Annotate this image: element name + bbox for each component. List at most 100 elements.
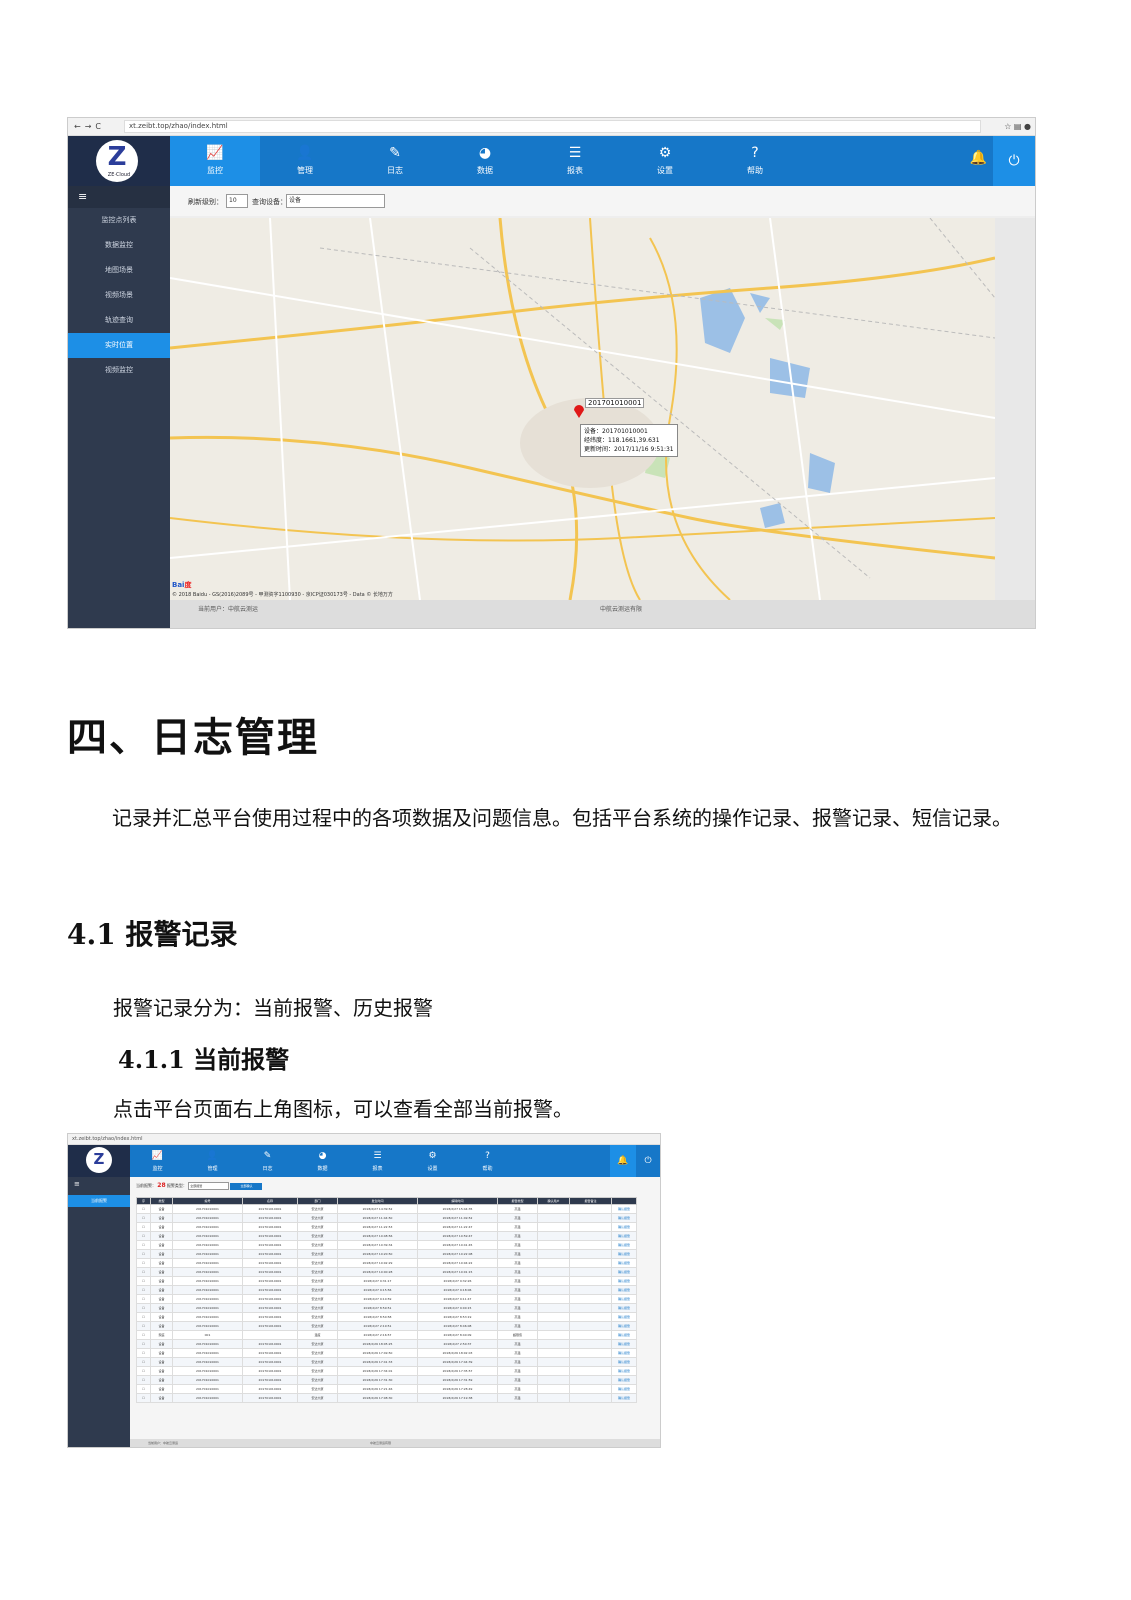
menu-toggle-icon[interactable]: ≡ (68, 186, 170, 208)
table-cell: 2018/2/27 8:53:19 (417, 1312, 498, 1322)
row-checkbox[interactable]: ☐ (136, 1285, 151, 1295)
sidebar-item-2[interactable]: 地图场景 (68, 258, 170, 283)
confirm-alarm-link[interactable]: 确认报警 (611, 1357, 637, 1367)
confirm-alarm-link[interactable]: 确认报警 (611, 1276, 637, 1286)
popup-device: 设备：201701010001 (584, 428, 648, 435)
confirm-alarm-link[interactable]: 确认报警 (611, 1231, 637, 1241)
confirm-alarm-link[interactable]: 确认报警 (611, 1321, 637, 1331)
subsubsection-heading: 4.1.1 当前报警 (118, 1045, 290, 1074)
table-cell: 设备 (150, 1366, 173, 1376)
sidebar-item-6[interactable]: 视频监控 (68, 358, 170, 383)
table-cell: 201701010001 (242, 1339, 298, 1349)
tab2-1[interactable]: 👤 管理 (185, 1145, 240, 1177)
tab-label: 日志 (262, 1166, 273, 1172)
browser-nav-icons[interactable]: ←→C (68, 122, 124, 131)
confirm-alarm-link[interactable]: 确认报警 (611, 1366, 637, 1376)
sidebar-item-4[interactable]: 轨迹查询 (68, 308, 170, 333)
row-checkbox[interactable]: ☐ (136, 1321, 151, 1331)
bell-icon-2[interactable]: 🔔 (610, 1145, 636, 1177)
row-checkbox[interactable]: ☐ (136, 1240, 151, 1250)
row-checkbox[interactable]: ☐ (136, 1393, 151, 1403)
confirm-alarm-link[interactable]: 确认报警 (611, 1330, 637, 1340)
tab-2[interactable]: ✎ 日志 (350, 136, 440, 186)
row-checkbox[interactable]: ☐ (136, 1222, 151, 1232)
row-checkbox[interactable]: ☐ (136, 1375, 151, 1385)
map-view[interactable]: 北京唐山市丰润区开平区古冶区曹妃甸区路北区路南区丰南区滦县迁安市芦台经济开发区胥… (170, 218, 995, 600)
confirm-alarm-link[interactable]: 确认报警 (611, 1294, 637, 1304)
row-checkbox[interactable]: ☐ (136, 1267, 151, 1277)
table-cell: 2018/2/27 9:00:15 (417, 1303, 498, 1313)
confirm-alarm-link[interactable]: 确认报警 (611, 1240, 637, 1250)
confirm-alarm-link[interactable]: 确认报警 (611, 1384, 637, 1394)
device-select[interactable]: 设备 (286, 194, 385, 208)
browser-controls[interactable]: ☆ ▤ ● (981, 122, 1035, 131)
tab-6[interactable]: ? 帮助 (710, 136, 800, 186)
confirm-alarm-link[interactable]: 确认报警 (611, 1213, 637, 1223)
table-cell (569, 1204, 612, 1214)
sidebar-item-0[interactable]: 监控点列表 (68, 208, 170, 233)
confirm-alarm-link[interactable]: 确认报警 (611, 1375, 637, 1385)
map-marker-icon[interactable] (573, 403, 585, 418)
row-checkbox[interactable]: ☐ (136, 1303, 151, 1313)
tab2-6[interactable]: ? 帮助 (460, 1145, 515, 1177)
tab-5[interactable]: ⚙ 设置 (620, 136, 710, 186)
power-icon-2[interactable]: ⏻ (636, 1145, 660, 1177)
row-checkbox[interactable]: ☐ (136, 1357, 151, 1367)
sidebar-item-1[interactable]: 数据监控 (68, 233, 170, 258)
row-checkbox[interactable]: ☐ (136, 1366, 151, 1376)
row-checkbox[interactable]: ☐ (136, 1294, 151, 1304)
tab2-2[interactable]: ✎ 日志 (240, 1145, 295, 1177)
confirm-alarm-link[interactable]: 确认报警 (611, 1204, 637, 1214)
row-checkbox[interactable]: ☐ (136, 1249, 151, 1259)
confirm-alarm-link[interactable]: 确认报警 (611, 1312, 637, 1322)
row-checkbox[interactable]: ☐ (136, 1348, 151, 1358)
row-checkbox[interactable]: ☐ (136, 1384, 151, 1394)
tab-3[interactable]: ◕ 数据 (440, 136, 530, 186)
table-row: ☐ 设备 201701010001 201701010001 安达大厦 2018/2/26… (136, 1366, 637, 1376)
confirm-alarm-link[interactable]: 确认报警 (611, 1348, 637, 1358)
sidebar: ≡ 监控点列表 数据监控 地图场景 视频场景 轨迹查询 实时位置 视频监控 (68, 186, 170, 628)
tab-1[interactable]: 👤 管理 (260, 136, 350, 186)
row-checkbox[interactable]: ☐ (136, 1204, 151, 1214)
confirm-alarm-link[interactable]: 确认报警 (611, 1267, 637, 1277)
address-bar-2[interactable]: xt.zeibt.top/zhao/index.html (72, 1136, 142, 1142)
tab-0[interactable]: 📈 监控 (170, 136, 260, 186)
row-checkbox[interactable]: ☐ (136, 1258, 151, 1268)
tab2-5[interactable]: ⚙ 设置 (405, 1145, 460, 1177)
table-cell: 2018/2/27 10:39:34 (337, 1240, 418, 1250)
tab-4[interactable]: ☰ 报表 (530, 136, 620, 186)
confirm-alarm-link[interactable]: 确认报警 (611, 1222, 637, 1232)
confirm-alarm-link[interactable]: 确认报警 (611, 1285, 637, 1295)
tab2-4[interactable]: ☰ 报表 (350, 1145, 405, 1177)
confirm-alarm-link[interactable]: 确认报警 (611, 1258, 637, 1268)
sidebar-item-5[interactable]: 实时位置 (68, 333, 170, 358)
table-cell: 2018/2/27 11:22:47 (417, 1222, 498, 1232)
table-row: ☐ 设备 201701010001 201701010001 安达大厦 2018/2/27… (136, 1249, 637, 1259)
menu-toggle-icon-2[interactable]: ≡ (68, 1177, 130, 1191)
confirm-alarm-link[interactable]: 确认报警 (611, 1393, 637, 1403)
table-cell: 201701010001 (242, 1312, 298, 1322)
bell-icon[interactable]: 🔔 (970, 150, 987, 166)
row-checkbox[interactable]: ☐ (136, 1276, 151, 1286)
sidebar-item-current-alarm[interactable]: 当前报警 (68, 1195, 130, 1207)
power-icon[interactable]: ⏻ (993, 136, 1035, 186)
status-bar-2: 当前用户：中航云测运 中航云测运有限 (130, 1439, 660, 1447)
row-checkbox[interactable]: ☐ (136, 1330, 151, 1340)
table-cell: 2018/2/27 9:18:06 (417, 1285, 498, 1295)
confirm-alarm-link[interactable]: 确认报警 (611, 1249, 637, 1259)
confirm-alarm-link[interactable]: 确认报警 (611, 1303, 637, 1313)
refresh-select[interactable]: 10 (226, 194, 248, 208)
tab2-0[interactable]: 📈 监控 (130, 1145, 185, 1177)
alarm-type-select[interactable]: 全部报警 (188, 1182, 230, 1190)
row-checkbox[interactable]: ☐ (136, 1339, 151, 1349)
address-bar[interactable]: xt.zeibt.top/zhao/index.html (124, 120, 981, 133)
confirm-all-button[interactable]: 全部确认 (230, 1182, 263, 1190)
table-row: ☐ 设备 201701010001 201701010001 安达大厦 2018/2/26… (136, 1339, 637, 1349)
confirm-alarm-link[interactable]: 确认报警 (611, 1339, 637, 1349)
tab2-3[interactable]: ◕ 数据 (295, 1145, 350, 1177)
row-checkbox[interactable]: ☐ (136, 1231, 151, 1241)
row-checkbox[interactable]: ☐ (136, 1312, 151, 1322)
row-checkbox[interactable]: ☐ (136, 1213, 151, 1223)
table-cell: 安达大厦 (297, 1339, 338, 1349)
sidebar-item-3[interactable]: 视频场景 (68, 283, 170, 308)
